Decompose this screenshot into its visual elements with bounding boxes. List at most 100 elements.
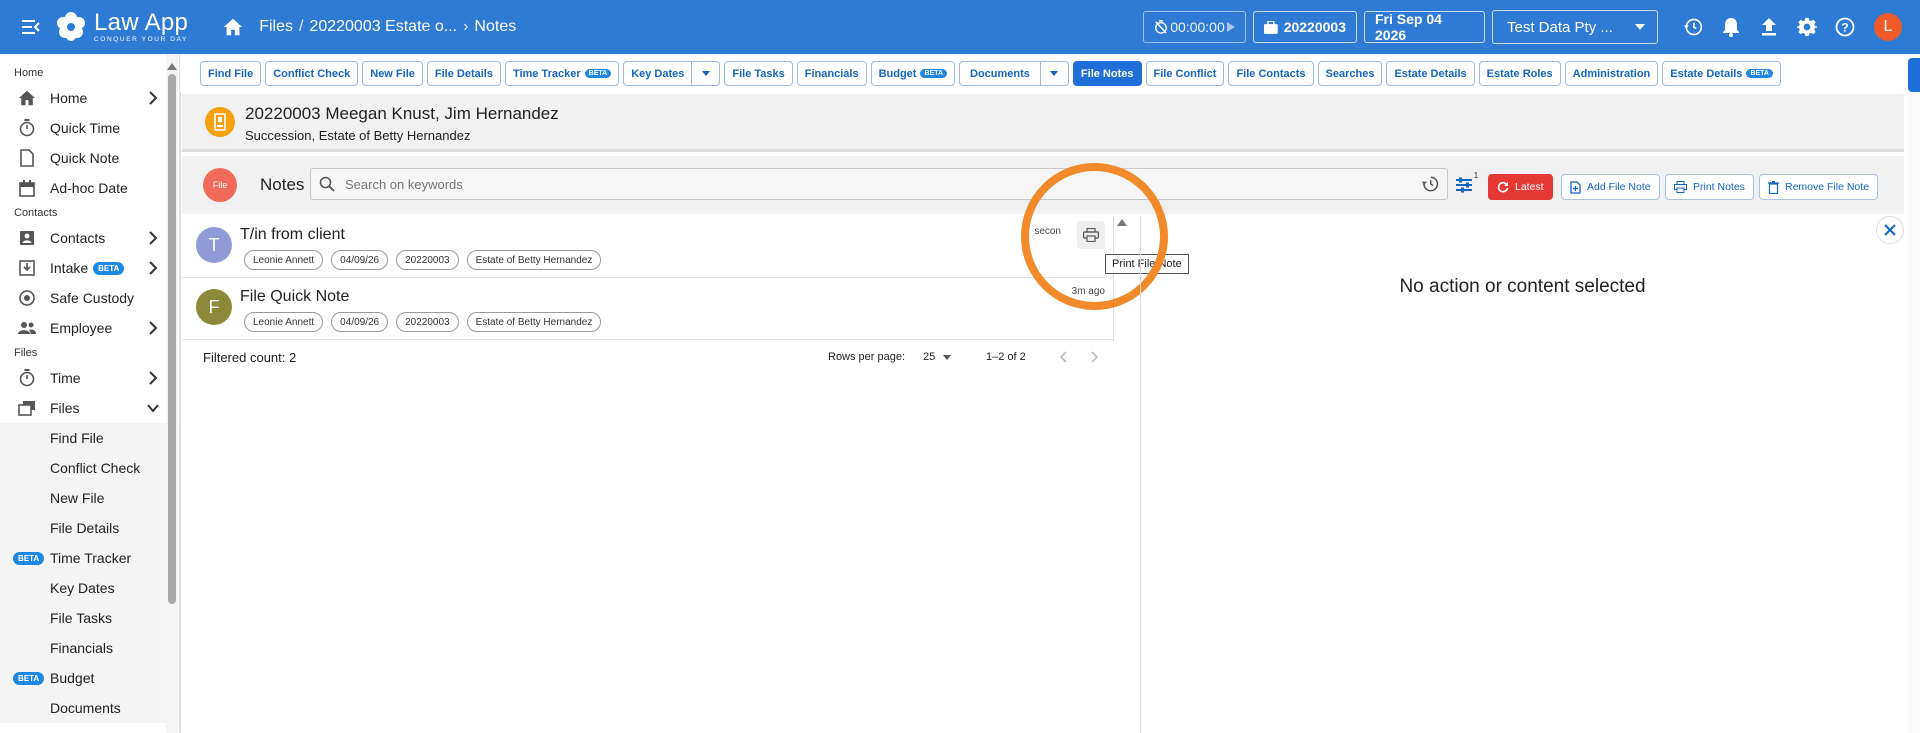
note-time: secon — [1034, 226, 1061, 237]
sidebar-item-safe-custody[interactable]: Safe Custody — [0, 283, 179, 313]
sidebar-item-home[interactable]: Home — [0, 83, 179, 113]
sidebar-item-label: Ad-hoc Date — [50, 180, 128, 196]
date-chip: 04/09/26 — [331, 250, 389, 270]
tab-file-conflict[interactable]: File Conflict — [1145, 61, 1225, 86]
tab-new-file[interactable]: New File — [362, 61, 423, 86]
tab-documents[interactable]: Documents — [959, 61, 1041, 86]
sidebar-item-label: Contacts — [50, 230, 106, 246]
tab-estate-details-beta[interactable]: Estate Details BETA — [1662, 61, 1781, 86]
sidebar-item-employee[interactable]: Employee — [0, 313, 179, 343]
printer-icon — [1083, 228, 1099, 242]
beta-badge: BETA — [13, 552, 45, 565]
remove-file-note-button[interactable]: Remove File Note — [1759, 174, 1879, 200]
current-file-button[interactable]: 20220003 — [1253, 11, 1357, 43]
sidebar-item-intake[interactable]: Intake BETA — [0, 253, 179, 283]
collapse-arrow-icon[interactable] — [1117, 219, 1127, 226]
scroll-up-arrow-icon[interactable] — [167, 63, 177, 70]
sidebar-sub-file-tasks[interactable]: File Tasks — [0, 603, 179, 633]
settings-gear-icon[interactable] — [1796, 16, 1818, 38]
file-title: 20220003 Meegan Knust, Jim Hernandez — [245, 104, 559, 123]
tab-time-tracker[interactable]: Time Tracker BETA — [504, 61, 620, 86]
tab-file-notes[interactable]: File Notes — [1072, 61, 1142, 86]
date-button[interactable]: Fri Sep 04 2026 — [1364, 11, 1485, 43]
sidebar-sub-financials[interactable]: Financials — [0, 633, 179, 663]
main-scrollbar[interactable] — [1908, 92, 1920, 733]
sidebar-sub-documents[interactable]: Documents — [0, 693, 179, 723]
tab-file-tasks[interactable]: File Tasks — [724, 61, 793, 86]
tab-financials[interactable]: Financials — [796, 61, 867, 86]
breadcrumb-files[interactable]: Files — [259, 18, 293, 36]
inbox-download-icon — [18, 259, 36, 277]
tab-key-dates[interactable]: Key Dates — [623, 61, 693, 86]
list-item[interactable]: T T/in from client Leonie Annett 04/09/2… — [182, 216, 1127, 278]
sidebar-scrollbar-thumb[interactable] — [168, 74, 176, 604]
tab-documents-group: Documents — [959, 61, 1069, 87]
sidebar-item-adhoc-date[interactable]: Ad-hoc Date — [0, 173, 179, 203]
sidebar-sub-budget[interactable]: BETA Budget — [0, 663, 179, 693]
sidebar-item-quick-time[interactable]: Quick Time — [0, 113, 179, 143]
organisation-select[interactable]: Test Data Pty ... — [1492, 10, 1658, 44]
print-notes-button[interactable]: Print Notes — [1665, 174, 1754, 200]
sidebar-sub-find-file[interactable]: Find File — [0, 423, 179, 453]
tab-key-dates-dropdown[interactable] — [692, 61, 721, 86]
rows-per-page-label: Rows per page: — [828, 351, 906, 363]
help-icon[interactable]: ? — [1834, 16, 1856, 38]
previous-page-icon[interactable] — [1057, 350, 1071, 364]
upload-icon[interactable] — [1758, 16, 1780, 38]
sidebar-item-time[interactable]: Time — [0, 363, 179, 393]
chevron-right-icon: › — [463, 18, 469, 35]
sidebar-sub-label: Time Tracker — [50, 550, 132, 566]
current-date: Fri Sep 04 2026 — [1375, 11, 1442, 43]
latest-button[interactable]: Latest — [1488, 174, 1553, 200]
chevron-right-icon — [149, 321, 158, 335]
rows-per-page-select[interactable]: 25 — [923, 351, 952, 363]
file-header: 20220003 Meegan Knust, Jim Hernandez Suc… — [182, 94, 1904, 152]
chevron-down-icon — [147, 404, 159, 413]
home-icon[interactable] — [222, 16, 244, 38]
user-avatar[interactable]: L — [1874, 13, 1902, 41]
sidebar-sub-key-dates[interactable]: Key Dates — [0, 573, 179, 603]
safe-lock-icon — [18, 289, 36, 307]
breadcrumb-file[interactable]: 20220003 Estate o... — [309, 18, 457, 36]
tab-searches[interactable]: Searches — [1317, 61, 1383, 86]
sidebar-sub-new-file[interactable]: New File — [0, 483, 179, 513]
menu-collapse-icon[interactable] — [20, 16, 42, 38]
tab-documents-dropdown[interactable] — [1040, 61, 1069, 86]
close-icon[interactable] — [1876, 216, 1904, 244]
caret-down-icon — [943, 354, 952, 360]
tab-budget[interactable]: Budget BETA — [870, 61, 956, 86]
sidebar-sub-conflict-check[interactable]: Conflict Check — [0, 453, 179, 483]
right-panel-toggle[interactable] — [1908, 58, 1920, 92]
list-item[interactable]: F File Quick Note Leonie Annett 04/09/26… — [182, 278, 1113, 340]
document-icon — [18, 149, 36, 167]
notes-list: T T/in from client Leonie Annett 04/09/2… — [182, 216, 1127, 341]
tab-administration[interactable]: Administration — [1564, 61, 1659, 86]
history-icon[interactable] — [1682, 16, 1704, 38]
sidebar-item-files[interactable]: Files — [0, 393, 179, 423]
printer-icon — [1674, 181, 1687, 193]
breadcrumb: Files / 20220003 Estate o... › Notes — [259, 18, 517, 36]
contact-card-icon — [18, 229, 36, 247]
app-logo[interactable]: Law App CONQUER YOUR DAY — [52, 10, 188, 44]
tab-find-file[interactable]: Find File — [200, 61, 262, 86]
sidebar-sub-file-details[interactable]: File Details — [0, 513, 179, 543]
notifications-icon[interactable] — [1720, 16, 1742, 38]
tab-file-contacts[interactable]: File Contacts — [1228, 61, 1314, 86]
tab-conflict-check[interactable]: Conflict Check — [265, 61, 359, 86]
add-file-note-button[interactable]: Add File Note — [1561, 174, 1660, 200]
tab-file-details[interactable]: File Details — [426, 61, 501, 86]
history-icon[interactable] — [1421, 175, 1439, 193]
print-file-note-button[interactable] — [1077, 221, 1105, 249]
filter-count-badge: 1 — [1470, 169, 1482, 181]
sidebar-sub-time-tracker[interactable]: BETA Time Tracker — [0, 543, 179, 573]
search-input[interactable] — [345, 176, 1421, 192]
sidebar-item-label: Employee — [50, 320, 113, 336]
next-page-icon[interactable] — [1087, 350, 1101, 364]
file-number-chip: 20220003 — [396, 312, 459, 332]
timer-button[interactable]: 00:00:00 — [1143, 11, 1246, 43]
sidebar-item-quick-note[interactable]: Quick Note — [0, 143, 179, 173]
organisation-value: Test Data Pty ... — [1507, 18, 1613, 36]
sidebar-item-contacts[interactable]: Contacts — [0, 223, 179, 253]
tab-estate-roles[interactable]: Estate Roles — [1478, 61, 1561, 86]
tab-estate-details[interactable]: Estate Details — [1386, 61, 1475, 86]
